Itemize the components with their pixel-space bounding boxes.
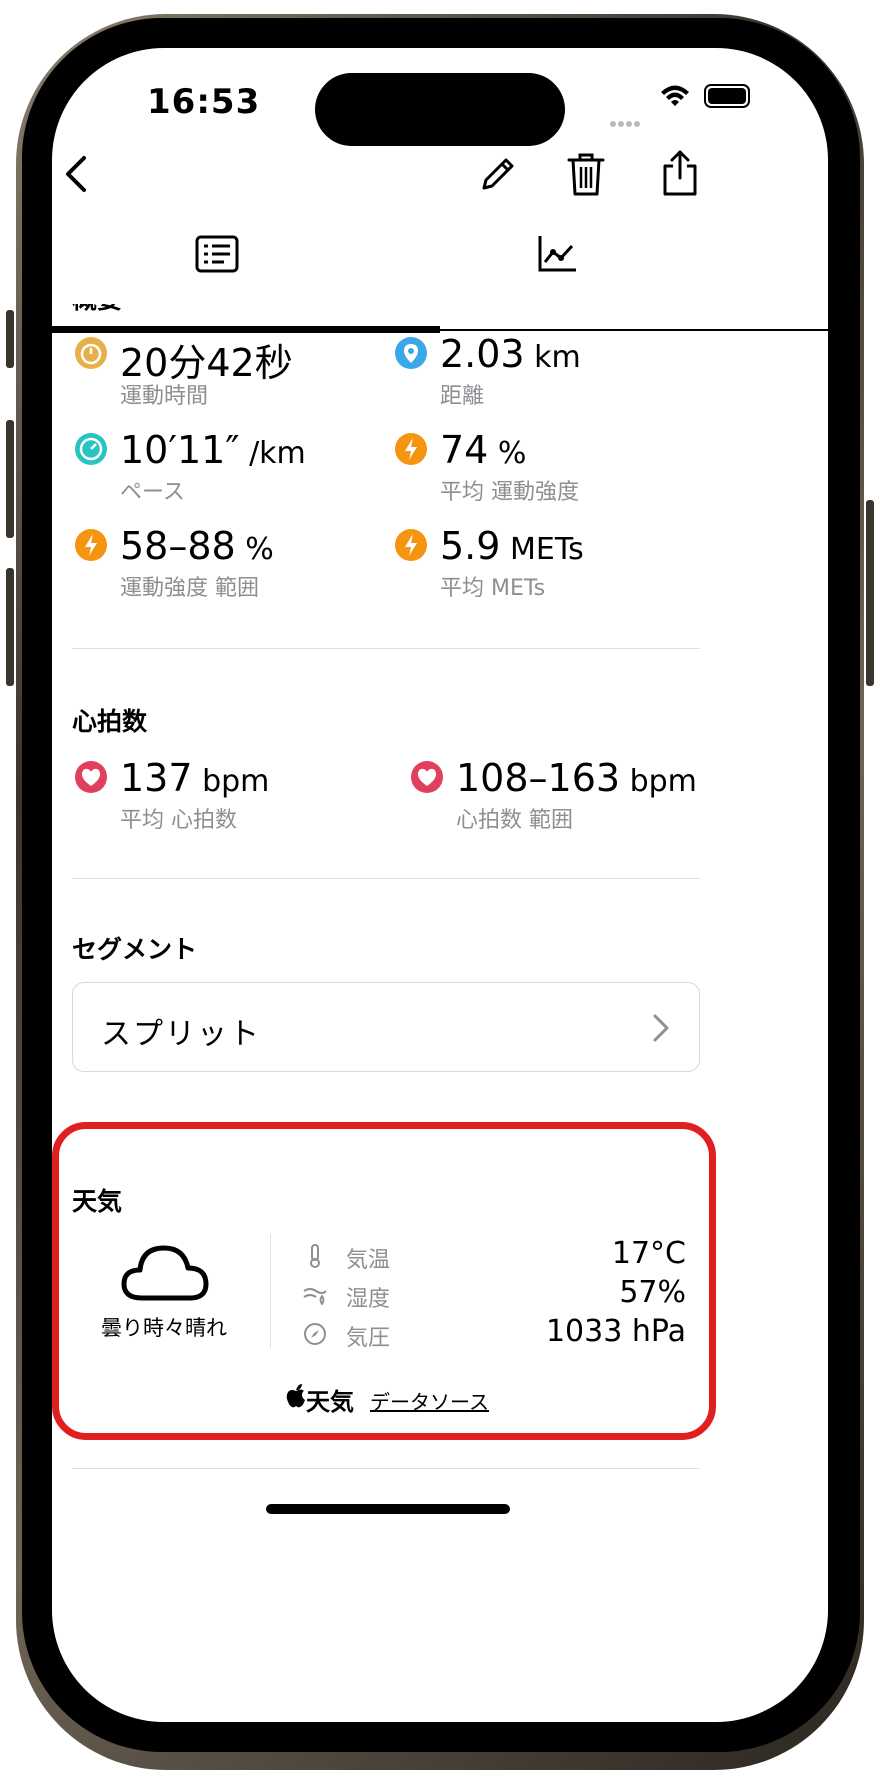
stat-value: 74 %	[440, 428, 526, 472]
stat-number: 5.9	[440, 524, 501, 568]
battery-icon	[704, 84, 750, 108]
stat-number: 58–88	[120, 524, 236, 568]
stat-value: 137 bpm	[120, 756, 269, 800]
stat-label: 心拍数 範囲	[456, 808, 573, 833]
stat-unit: %	[235, 532, 274, 567]
stat-value: 5.9 METs	[440, 524, 584, 568]
weather-divider	[270, 1234, 271, 1348]
heart-rate-title: 心拍数	[72, 707, 148, 736]
split-label: スプリット	[101, 1017, 261, 1052]
edit-button[interactable]	[478, 154, 518, 194]
tab-chart[interactable]	[536, 234, 578, 274]
bolt-icon	[395, 529, 427, 561]
bolt-icon	[75, 529, 107, 561]
stat-value: 2.03 km	[440, 332, 581, 376]
stat-value: 58–88 %	[120, 524, 274, 568]
split-row[interactable]: スプリット	[72, 982, 700, 1072]
weather-row-value: 57%	[619, 1275, 686, 1310]
dynamic-island	[315, 73, 565, 146]
compass-icon	[304, 1323, 326, 1345]
segments-title: セグメント	[72, 935, 198, 964]
stat-unit: /km	[239, 436, 306, 471]
chevron-right-icon	[653, 1014, 669, 1042]
stat-label: 平均 METs	[440, 576, 546, 601]
weather-condition: 曇り時々晴れ	[101, 1316, 227, 1340]
status-time: 16:53	[147, 82, 261, 122]
stat-unit: bpm	[192, 764, 270, 799]
wifi-icon	[661, 85, 689, 106]
weather-row-label: 湿度	[346, 1287, 391, 1312]
power-button	[866, 500, 874, 686]
weather-title: 天気	[72, 1187, 123, 1216]
stat-label: 平均 心拍数	[120, 808, 237, 833]
divider	[72, 648, 700, 649]
stat-value: 108–163 bpm	[456, 756, 697, 800]
weather-attribution: 天気	[306, 1388, 354, 1416]
weather-row-value: 1033 hPa	[545, 1314, 686, 1349]
thermometer-icon	[310, 1244, 320, 1268]
stat-unit: bpm	[620, 764, 697, 799]
stat-number: 2.03	[440, 332, 525, 376]
heart-icon	[75, 761, 107, 793]
stat-number: 108–163	[456, 756, 621, 800]
stat-label: 運動時間	[120, 384, 209, 409]
back-button[interactable]	[62, 154, 92, 194]
stopwatch-icon	[75, 337, 107, 369]
side-button	[6, 310, 14, 368]
data-source-link[interactable]: データソース	[370, 1386, 489, 1415]
stat-number: 137	[120, 756, 193, 800]
share-button[interactable]	[660, 148, 700, 198]
volume-up-button	[6, 420, 14, 538]
summary-title: 概要	[72, 285, 123, 314]
stat-label: 距離	[440, 384, 485, 409]
wind-icon	[303, 1288, 327, 1306]
screen: 16:53 概要 20分42秒 運動時間 2.03 km 距離 10′11″ /…	[52, 48, 828, 1722]
stat-number: 74	[440, 428, 489, 472]
volume-down-button	[6, 568, 14, 686]
stat-value: 10′11″ /km	[120, 428, 306, 472]
divider	[72, 1468, 700, 1469]
weather-row-label: 気圧	[346, 1326, 391, 1351]
weather-row-value: 17°C	[611, 1236, 686, 1271]
apple-logo-icon	[286, 1384, 305, 1408]
stat-unit: km	[524, 340, 581, 375]
home-indicator[interactable]	[266, 1504, 510, 1514]
delete-button[interactable]	[566, 150, 606, 198]
tab-summary[interactable]	[194, 234, 240, 274]
stat-label: 運動強度 範囲	[120, 576, 259, 601]
divider	[72, 878, 700, 879]
cloud-icon	[121, 1245, 209, 1301]
speedometer-icon	[75, 433, 107, 465]
location-pin-icon	[395, 337, 427, 369]
stat-unit: %	[488, 436, 527, 471]
stat-label: 平均 運動強度	[440, 480, 579, 505]
tab-divider	[440, 329, 828, 331]
stat-unit: METs	[500, 532, 584, 567]
signal-dots-icon	[610, 112, 646, 127]
stat-label: ペース	[120, 480, 185, 505]
stat-number: 10′11″	[120, 428, 240, 472]
bolt-icon	[395, 433, 427, 465]
heart-icon	[411, 761, 443, 793]
weather-row-label: 気温	[346, 1248, 391, 1273]
